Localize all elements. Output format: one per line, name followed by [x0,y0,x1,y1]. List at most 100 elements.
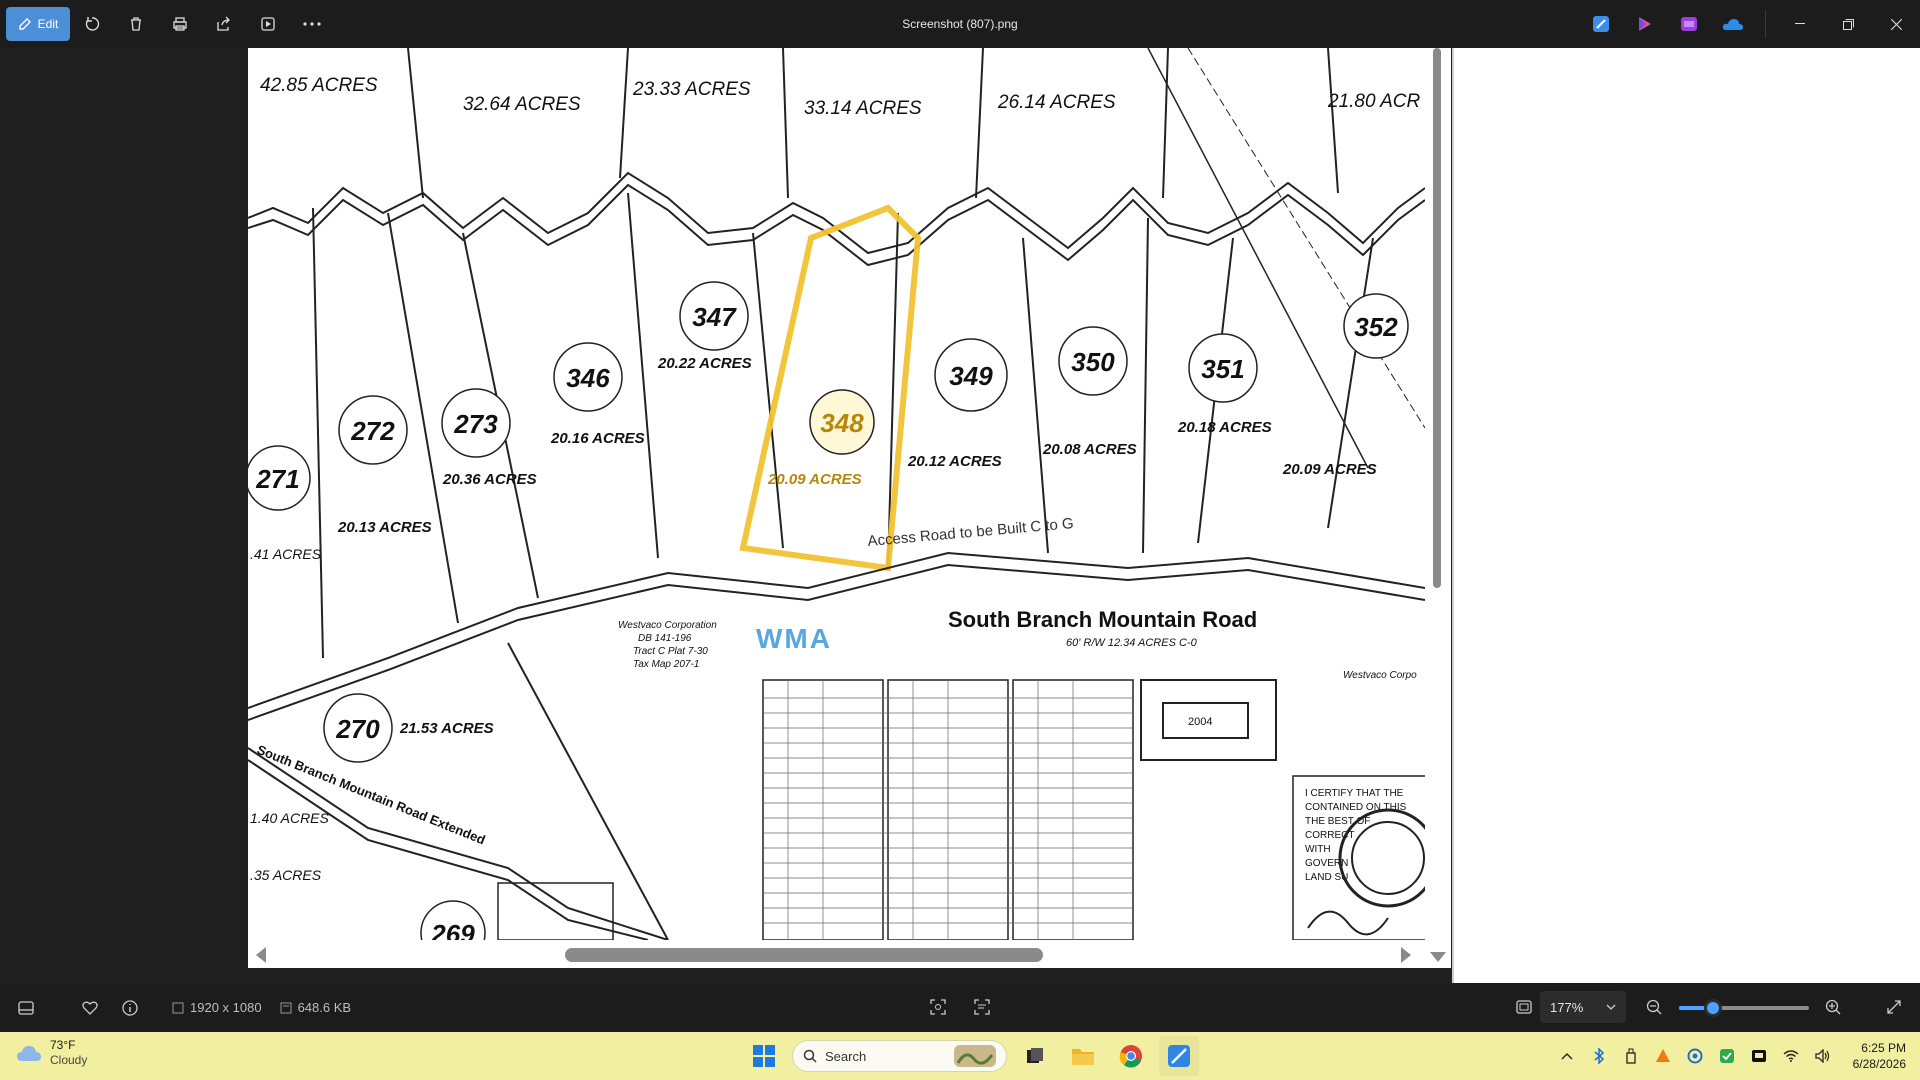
parcel-347: 347 [692,302,737,332]
file-explorer-button[interactable] [1063,1036,1103,1076]
cert-line-0: I CERTIFY THAT THE [1305,788,1404,799]
parcel-269: 269 [430,919,475,940]
app-tray-3[interactable] [1713,1040,1741,1072]
more-icon [303,22,321,26]
photos-editor-app[interactable] [1579,0,1623,48]
westvaco-db: DB 141-196 [638,633,692,644]
stamp-number: 2004 [1188,716,1212,728]
acres-347: 20.22 ACRES [657,355,752,372]
speaker-icon [1814,1049,1829,1063]
circle-app-icon [1687,1048,1703,1064]
fullscreen-button[interactable] [1874,987,1914,1027]
photos-icon [1168,1045,1190,1067]
zoom-in-button[interactable] [1813,987,1853,1027]
security-icon [1719,1049,1734,1063]
acres-350: 20.08 ACRES [1042,441,1137,458]
image-viewport[interactable]: 347 346 272 273 271 348 349 350 351 352 … [248,48,1425,968]
folder-icon [1072,1049,1094,1065]
more-options-button[interactable] [290,6,334,42]
scroll-left-arrow[interactable] [256,947,266,963]
app-tray-2[interactable] [1681,1040,1709,1072]
app-tray-1[interactable] [1649,1040,1677,1072]
start-button[interactable] [744,1036,784,1076]
usb-tray[interactable] [1617,1040,1645,1072]
top-acres-2: 32.64 ACRES [463,94,581,115]
parcel-270: 270 [335,714,380,744]
horizontal-scrollbar[interactable] [248,940,1425,968]
onedrive-icon [1722,19,1743,30]
chevron-down-icon [1606,1004,1616,1010]
vertical-scroll-thumb[interactable] [1433,48,1441,588]
onedrive-app[interactable] [1711,0,1755,48]
acres-349: 20.12 ACRES [907,453,1002,470]
zoom-slider[interactable] [1679,999,1809,1017]
print-button[interactable] [158,6,202,42]
fit-window-icon [1516,1000,1532,1014]
volume-tray[interactable] [1809,1040,1837,1072]
dimensions-icon [172,1002,184,1013]
westvaco-right: Westvaco Corpo [1343,670,1417,681]
separator [1765,10,1766,38]
top-acres-3: 23.33 ACRES [632,79,751,100]
vertical-scrollbar[interactable] [1425,48,1451,968]
taskbar-search[interactable]: Search [792,1040,1007,1072]
task-view-icon [1027,1048,1043,1063]
close-button[interactable] [1872,0,1920,48]
photos-button[interactable] [1159,1036,1199,1076]
chrome-button[interactable] [1111,1036,1151,1076]
taskbar: 73°F Cloudy Search 6:25 PM 6/28/2026 [0,1032,1920,1080]
top-acres-6: 21.80 ACR [1327,91,1421,112]
expand-icon [1887,1000,1901,1014]
zoom-out-button[interactable] [1634,987,1674,1027]
windows-icon [753,1045,775,1067]
clipchamp-app[interactable] [1667,0,1711,48]
weather-widget[interactable]: 73°F Cloudy [16,1038,87,1068]
zoom-slider-knob[interactable] [1703,999,1722,1017]
parcel-346: 346 [566,363,610,393]
road-label: South Branch Mountain Road [948,607,1257,632]
zoom-dropdown[interactable]: 177% [1540,991,1626,1023]
slideshow-icon [261,17,275,31]
cert-line-4: WITH [1305,844,1331,855]
designer-app[interactable] [1623,0,1667,48]
filmstrip-button[interactable] [6,988,46,1028]
edit-icon [18,18,31,30]
file-size-text: 648.6 KB [297,1000,352,1015]
favorite-button[interactable] [70,988,110,1028]
scroll-right-arrow[interactable] [1401,947,1411,963]
system-tray: 6:25 PM 6/28/2026 [1553,1032,1920,1080]
visual-search-button[interactable] [918,987,958,1027]
search-icon [803,1049,817,1063]
slideshow-button[interactable] [246,6,290,42]
tray-overflow-button[interactable] [1553,1040,1581,1072]
zoom-in-icon [1825,999,1841,1015]
app-tray-4[interactable] [1745,1040,1773,1072]
wma-label: WMA [756,623,832,654]
scan-text-button[interactable] [962,987,1002,1027]
file-size-icon [280,1002,292,1013]
westvaco-tract: Tract C Plat 7-30 [633,646,708,657]
clock-date: 6/28/2026 [1852,1057,1906,1071]
title-right-controls [1579,0,1920,48]
task-view-button[interactable] [1015,1036,1055,1076]
horizontal-scroll-thumb[interactable] [565,948,1043,962]
chevron-up-icon [1561,1053,1573,1060]
delete-button[interactable] [114,6,158,42]
zoom-value: 177% [1550,999,1584,1015]
scroll-down-arrow[interactable] [1430,952,1446,962]
wifi-tray[interactable] [1777,1040,1805,1072]
minimize-button[interactable] [1776,0,1824,48]
info-button[interactable] [110,988,150,1028]
visual-search-icon [930,999,946,1015]
parcel-348: 348 [820,408,864,438]
fit-to-window-button[interactable] [1504,987,1544,1027]
share-button[interactable] [202,6,246,42]
bluetooth-tray[interactable] [1585,1040,1613,1072]
restore-icon [1842,18,1854,30]
edit-button[interactable]: Edit [6,7,70,41]
rotate-button[interactable] [70,6,114,42]
restore-button[interactable] [1824,0,1872,48]
clock[interactable]: 6:25 PM 6/28/2026 [1853,1040,1906,1072]
close-icon [1890,18,1902,30]
parcel-349: 349 [949,361,993,391]
